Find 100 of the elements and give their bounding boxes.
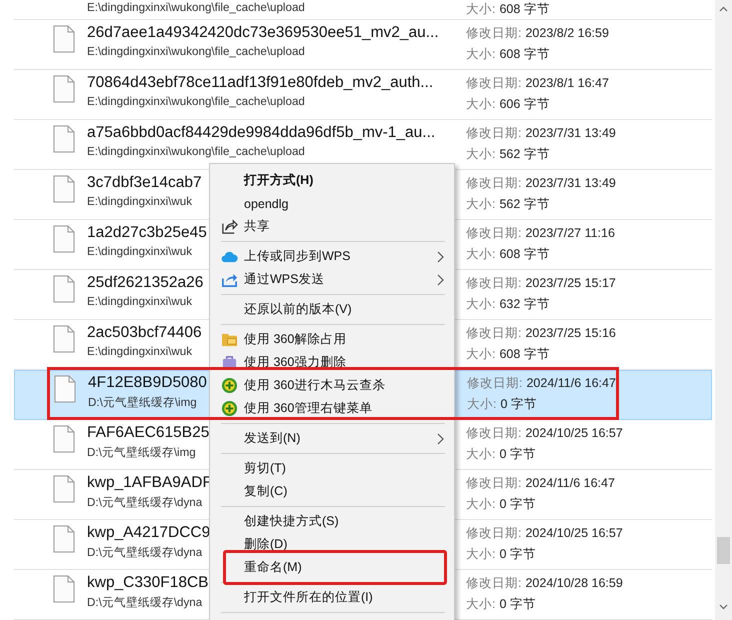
file-icon — [53, 325, 75, 353]
share-icon — [220, 218, 238, 235]
modified-date: 2023/7/31 13:49 — [525, 126, 616, 140]
date-label: 修改日期: — [466, 276, 522, 290]
modified-date: 2023/7/27 11:16 — [525, 226, 615, 240]
file-size: 0 字节 — [499, 447, 536, 461]
file-size: 0 字节 — [499, 597, 536, 611]
file-size: 608 字节 — [499, 2, 550, 16]
date-label: 修改日期: — [466, 126, 522, 140]
chevron-icon — [437, 250, 444, 262]
file-size: 0 字节 — [500, 397, 537, 411]
file-row[interactable]: 70864d43ebf78ce11adf13f91e80fdeb_mv2_auth... E:\dingdingxinxi\wukong\file_cache\upload 修改日期: 2023/8/1 16:47 大小: 606 字节 — [14, 70, 712, 120]
chevron-icon — [437, 432, 444, 444]
file-path: D:\元气壁纸缓存\img — [87, 445, 196, 460]
size-label: 大小: — [466, 247, 496, 261]
file-path: E:\dingdingxinxi\wukong\file_cache\upload — [87, 1, 305, 14]
chevron-up-icon[interactable] — [719, 6, 728, 12]
file-path: D:\元气壁纸缓存\dyna — [87, 545, 202, 560]
modified-date: 2023/8/1 16:47 — [525, 76, 609, 90]
scrollbar[interactable] — [715, 0, 732, 620]
date-label: 修改日期: — [466, 26, 522, 40]
date-label: 修改日期: — [466, 526, 522, 540]
file-size: 608 字节 — [499, 47, 550, 61]
size-label: 大小: — [466, 2, 496, 16]
date-label: 修改日期: — [466, 226, 522, 240]
file-icon — [53, 125, 75, 153]
file-path: E:\dingdingxinxi\wuk — [87, 345, 192, 358]
file-row[interactable]: E:\dingdingxinxi\wukong\file_cache\upload 大小: 608 字节 — [14, 0, 712, 20]
menu-item[interactable]: 创建快捷方式(S) — [210, 510, 454, 533]
file-path: E:\dingdingxinxi\wukong\file_cache\upload — [87, 95, 305, 108]
file-icon — [53, 425, 75, 453]
size-label: 大小: — [466, 147, 496, 161]
menu-item[interactable]: 使用 360进行木马云查杀 — [210, 374, 454, 397]
file-name: a75a6bbd0acf84429de9984dda96df5b_mv-1_au... — [87, 124, 436, 142]
modified-date: 2024/10/28 16:59 — [525, 576, 623, 590]
file-size: 0 字节 — [499, 547, 536, 561]
file-name: 3c7dbf3e14cab7 — [87, 174, 202, 192]
file-name: kwp_C330F18CB — [87, 574, 208, 592]
menu-item[interactable]: 上传或同步到WPS — [210, 245, 454, 268]
file-size: 608 字节 — [499, 247, 550, 261]
menu-item[interactable]: 复制(C) — [210, 480, 454, 503]
date-label: 修改日期: — [466, 576, 522, 590]
chevron-icon — [437, 274, 444, 286]
scrollbar-thumb[interactable] — [717, 537, 730, 564]
modified-date: 2024/10/25 16:57 — [525, 526, 623, 540]
file-path: E:\dingdingxinxi\wukong\file_cache\upload — [87, 45, 305, 58]
file-size: 562 字节 — [499, 147, 550, 161]
file-name: 2ac503bcf74406 — [87, 324, 202, 342]
file-icon — [53, 525, 75, 553]
size-label: 大小: — [467, 397, 496, 411]
file-icon — [53, 75, 75, 103]
file-icon — [53, 575, 75, 603]
file-row[interactable]: 26d7aee1a49342420dc73e369530ee51_mv2_au... E:\dingdingxinxi\wukong\file_cache\upload 修改日期: 2023/8/2 16:59 大小: 608 字节 — [14, 20, 712, 70]
modified-date: 2024/10/25 16:57 — [525, 426, 623, 440]
modified-date: 2024/11/6 16:47 — [525, 476, 615, 490]
size-label: 大小: — [466, 347, 496, 361]
file-size: 632 字节 — [499, 297, 550, 311]
modified-date: 2023/7/25 15:17 — [525, 276, 616, 290]
file-path: D:\元气壁纸缓存\img — [88, 395, 197, 410]
plus-circle-icon — [220, 377, 238, 394]
file-size: 608 字节 — [499, 347, 550, 361]
menu-item[interactable]: 通过WPS发送 — [210, 268, 454, 291]
file-icon — [53, 475, 75, 503]
size-label: 大小: — [466, 497, 496, 511]
modified-date: 2023/7/25 15:16 — [525, 326, 616, 340]
menu-item[interactable]: 打开方式(H) — [210, 169, 454, 192]
menu-item[interactable]: 使用 360解除占用 — [210, 328, 454, 351]
file-icon — [54, 375, 76, 403]
chevron-down-icon[interactable] — [719, 604, 728, 610]
size-label: 大小: — [466, 47, 496, 61]
date-label: 修改日期: — [466, 426, 522, 440]
file-name: 4F12E8B9D5080 — [88, 374, 207, 392]
file-path: E:\dingdingxinxi\wuk — [87, 295, 192, 308]
file-path: E:\dingdingxinxi\wuk — [87, 245, 192, 258]
menu-item[interactable]: 删除(D) — [210, 533, 454, 556]
file-path: D:\元气壁纸缓存\dyna — [87, 495, 202, 510]
menu-item[interactable]: 共享 — [210, 215, 454, 238]
menu-item[interactable]: 打开文件所在的位置(I) — [210, 586, 454, 609]
date-label: 修改日期: — [466, 76, 522, 90]
menu-item[interactable]: 发送到(N) — [210, 427, 454, 450]
folder-icon — [220, 332, 238, 347]
file-path: D:\元气壁纸缓存\dyna — [87, 595, 202, 610]
menu-item[interactable]: 还原以前的版本(V) — [210, 298, 454, 321]
file-size: 0 字节 — [499, 497, 536, 511]
date-label: 修改日期: — [466, 176, 522, 190]
size-label: 大小: — [466, 597, 496, 611]
date-label: 修改日期: — [466, 326, 522, 340]
file-icon — [53, 225, 75, 253]
modified-date: 2023/8/2 16:59 — [525, 26, 609, 40]
cloud-icon — [220, 250, 238, 263]
menu-item[interactable]: opendlg — [210, 192, 454, 215]
file-name: 25df2621352a26 — [87, 274, 204, 292]
size-label: 大小: — [466, 297, 496, 311]
modified-date: 2023/7/31 13:49 — [525, 176, 616, 190]
menu-item[interactable]: 剪切(T) — [210, 457, 454, 480]
modified-date: 2024/11/6 16:47 — [526, 376, 616, 390]
plus-circle-icon — [220, 400, 238, 417]
menu-item[interactable]: 使用 360管理右键菜单 — [210, 397, 454, 420]
size-label: 大小: — [466, 197, 496, 211]
file-icon — [53, 275, 75, 303]
